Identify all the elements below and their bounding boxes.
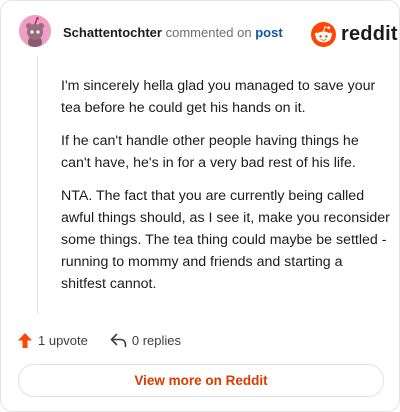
reddit-logo[interactable]: reddit bbox=[311, 21, 398, 47]
comment-embed-card: Schattentochter commented on post reddit… bbox=[0, 0, 400, 412]
comment-paragraph: NTA. The fact that you are currently bei… bbox=[61, 188, 390, 292]
replies-button[interactable]: 0 replies bbox=[110, 333, 181, 348]
avatar[interactable] bbox=[19, 15, 51, 47]
comment-actions: 1 upvote 0 replies bbox=[17, 329, 181, 351]
upvote-count: 1 upvote bbox=[38, 332, 88, 348]
thread-line bbox=[37, 56, 38, 314]
action-text: commented on bbox=[165, 25, 252, 40]
upvote-arrow-icon bbox=[18, 332, 32, 348]
view-more-button[interactable]: View more on Reddit bbox=[18, 364, 384, 397]
post-link[interactable]: post bbox=[255, 25, 282, 40]
reddit-snoo-icon bbox=[311, 21, 336, 47]
replies-count: 0 replies bbox=[131, 332, 182, 348]
comment-paragraph: If he can't handle other people having t… bbox=[61, 133, 359, 171]
upvote-button[interactable]: 1 upvote bbox=[17, 332, 88, 349]
comment-body: I'm sincerely hella glad you managed to … bbox=[61, 75, 391, 306]
snoo-avatar-icon bbox=[19, 15, 51, 47]
username[interactable]: Schattentochter bbox=[63, 25, 162, 40]
comment-paragraph: I'm sincerely hella glad you managed to … bbox=[61, 78, 376, 116]
comment-header: Schattentochter commented on post bbox=[63, 25, 283, 41]
reply-arrow-icon bbox=[110, 333, 127, 347]
reddit-wordmark: reddit bbox=[341, 22, 398, 45]
